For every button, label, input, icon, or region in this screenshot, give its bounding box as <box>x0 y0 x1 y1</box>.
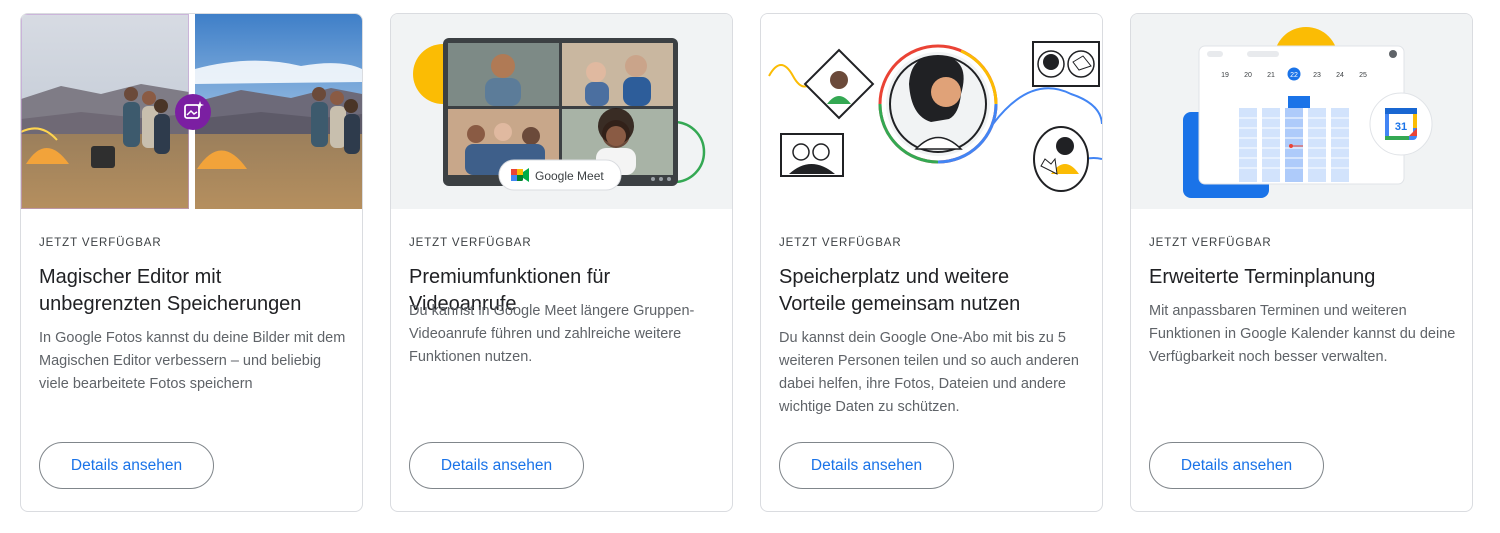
family-sharing-illustration <box>761 14 1102 209</box>
calendar-icon-number: 31 <box>1395 121 1407 133</box>
card-description: Du kannst in Google Meet längere Gruppen… <box>409 303 695 365</box>
card-eyebrow: JETZT VERFÜGBAR <box>779 237 902 249</box>
details-button[interactable]: Details ansehen <box>1149 442 1324 489</box>
calendar-day-selected: 22 <box>1290 72 1298 79</box>
details-button[interactable]: Details ansehen <box>39 442 214 489</box>
card-description: In Google Fotos kannst du deine Bilder m… <box>39 330 346 392</box>
details-button[interactable]: Details ansehen <box>779 442 954 489</box>
card-eyebrow: JETZT VERFÜGBAR <box>409 237 532 249</box>
card-sharing: JETZT VERFÜGBAR Speicherplatz und weiter… <box>760 13 1103 512</box>
card-description: Du kannst dein Google One-Abo mit bis zu… <box>779 330 1079 415</box>
magic-editor-icon <box>175 94 211 130</box>
feature-cards: JETZT VERFÜGBAR Magischer Editor mit unb… <box>20 13 1475 512</box>
calendar-day: 21 <box>1267 72 1275 79</box>
google-meet-icon <box>511 168 529 182</box>
card-video-calls: Google Meet JETZT VERFÜGBAR Premiumfunkt… <box>390 13 733 512</box>
calendar-day: 19 <box>1221 72 1229 79</box>
calendar-day: 20 <box>1244 72 1252 79</box>
card-scheduling: 19 20 21 22 23 24 25 31 JETZT VERFÜGBAR … <box>1130 13 1473 512</box>
card-eyebrow: JETZT VERFÜGBAR <box>39 237 162 249</box>
google-calendar-icon: 31 <box>1385 108 1417 140</box>
google-meet-image: Google Meet <box>391 14 732 209</box>
card-title: Erweiterte Terminplanung <box>1149 266 1376 288</box>
card-description: Mit anpassbaren Terminen und weiteren Fu… <box>1149 303 1456 365</box>
card-eyebrow: JETZT VERFÜGBAR <box>1149 237 1272 249</box>
details-button[interactable]: Details ansehen <box>409 442 584 489</box>
calendar-day: 23 <box>1313 72 1321 79</box>
calendar-image: 19 20 21 22 23 24 25 31 <box>1131 14 1472 209</box>
calendar-day: 25 <box>1359 72 1367 79</box>
meet-badge-text: Google Meet <box>535 169 604 183</box>
calendar-day: 24 <box>1336 72 1344 79</box>
card-title: Magischer Editor mit unbegrenzten Speich… <box>39 266 302 315</box>
card-magic-editor: JETZT VERFÜGBAR Magischer Editor mit unb… <box>20 13 363 512</box>
card-title: Speicherplatz und weitere Vorteile gemei… <box>779 266 1021 315</box>
magic-editor-image <box>21 14 362 209</box>
